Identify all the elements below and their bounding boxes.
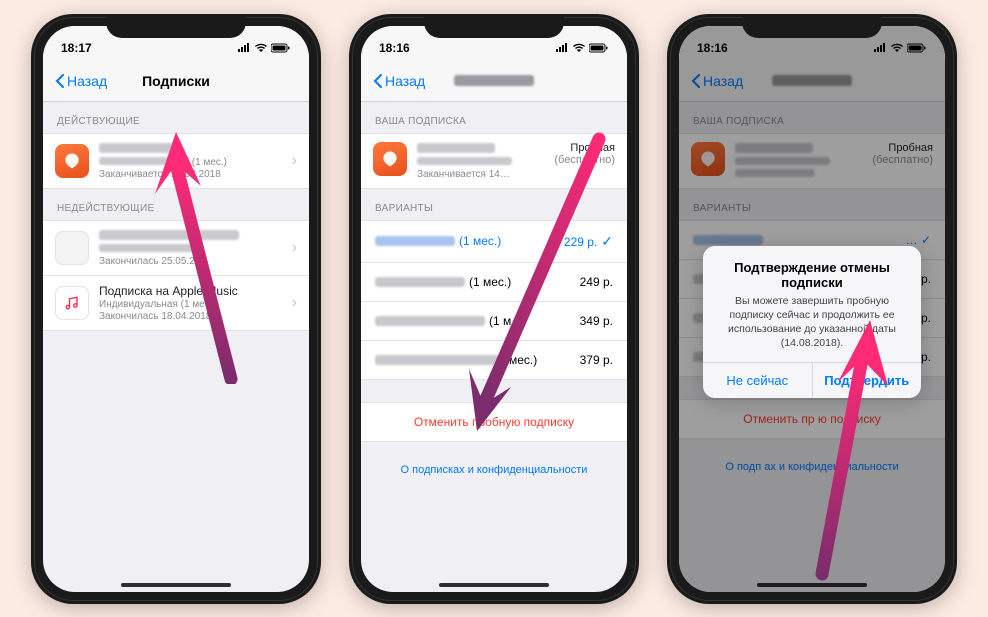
nav-bar: Назад Подписки <box>43 62 309 102</box>
app-icon <box>55 144 89 178</box>
screen-2: 18:16 Назад ВАША ПОДПИСКА Заканчивается <box>361 26 627 592</box>
alert-confirm-button[interactable]: Подтвердить <box>812 363 922 398</box>
inactive2-plan: Индивидуальная (1 мес… <box>99 299 282 310</box>
nav-title: Подписки <box>142 73 210 89</box>
variant-row[interactable]: (1 мес.) 229 р.✓ <box>361 220 627 263</box>
trial-badge: Пробная (бесплатно) <box>554 142 615 166</box>
phone-mockup-2: 18:16 Назад ВАША ПОДПИСКА Заканчивается <box>349 14 639 604</box>
check-icon: ✓ <box>601 233 613 249</box>
alert-buttons: Не сейчас Подтвердить <box>703 362 921 398</box>
sub-name <box>99 142 282 156</box>
notch <box>106 14 246 38</box>
app-icon <box>373 142 407 176</box>
current-subscription-row[interactable]: Заканчивается 14… Пробная (бесплатно) <box>361 133 627 189</box>
app-icon-blank <box>55 231 89 265</box>
status-icons <box>237 43 291 53</box>
sub-expiry: Заканчивается 14… <box>417 169 544 180</box>
status-time: 18:16 <box>379 41 410 55</box>
status-time: 18:17 <box>61 41 92 55</box>
inactive1-name <box>99 229 282 243</box>
inactive-row-2[interactable]: Подписка на Apple Music Индивидуальная (… <box>43 276 309 331</box>
nav-bar: Назад <box>361 62 627 102</box>
inactive2-expired: Закончилась 18.04.2018 <box>99 311 282 322</box>
back-button[interactable]: Назад <box>55 73 107 89</box>
section-active-header: ДЕЙСТВУЮЩИЕ <box>43 102 309 133</box>
nav-title-blurred <box>454 73 534 89</box>
chevron-right-icon: › <box>292 239 297 257</box>
home-indicator <box>439 583 549 587</box>
variant-row[interactable]: (1 мес.) 249 р. <box>361 263 627 302</box>
alert-title: Подтверждение отмены подписки <box>703 246 921 294</box>
inactive-row-1[interactable]: Закончилась 25.05.2… › <box>43 220 309 276</box>
variant-row[interactable]: (1 м… 349 р. <box>361 302 627 341</box>
alert-cancel-button[interactable]: Не сейчас <box>703 363 812 398</box>
inactive2-name: Подписка на Apple Music <box>99 284 282 298</box>
status-icons <box>555 43 609 53</box>
phone-mockup-3: 18:16 Назад ВАША ПОДПИСКА <box>667 14 957 604</box>
apple-music-icon <box>55 286 89 320</box>
home-indicator <box>121 583 231 587</box>
active-subscription-row[interactable]: (1 мес.) Заканчивается 14.08.2018 › <box>43 133 309 189</box>
variant-row[interactable]: мес.) 379 р. <box>361 341 627 380</box>
cancel-trial-button[interactable]: Отменить пробную подписку <box>361 402 627 442</box>
notch <box>742 14 882 38</box>
sub-line2: (1 мес.) <box>99 157 282 168</box>
back-label: Назад <box>67 73 107 89</box>
chevron-right-icon: › <box>292 294 297 312</box>
screen-3: 18:16 Назад ВАША ПОДПИСКА <box>679 26 945 592</box>
privacy-link[interactable]: О подписках и конфиденциальности <box>361 442 627 498</box>
inactive1-expired: Закончилась 25.05.2… <box>99 256 282 267</box>
cell-body: (1 мес.) Заканчивается 14.08.2018 <box>99 142 282 180</box>
phone-mockup-1: 18:17 Назад Подписки ДЕЙСТВУЮЩИЕ (1 мес.… <box>31 14 321 604</box>
sub-expiry: Заканчивается 14.08.2018 <box>99 169 282 180</box>
alert-message: Вы можете завершить пробную подписку сей… <box>703 294 921 363</box>
notch <box>424 14 564 38</box>
confirm-alert: Подтверждение отмены подписки Вы можете … <box>703 246 921 399</box>
variants-list: (1 мес.) 229 р.✓ (1 мес.) 249 р. (1 м… 3… <box>361 220 627 380</box>
back-button[interactable]: Назад <box>373 73 425 89</box>
chevron-right-icon: › <box>292 152 297 170</box>
back-label: Назад <box>385 73 425 89</box>
section-variants: ВАРИАНТЫ <box>361 189 627 220</box>
screen-1: 18:17 Назад Подписки ДЕЙСТВУЮЩИЕ (1 мес.… <box>43 26 309 592</box>
section-your-sub: ВАША ПОДПИСКА <box>361 102 627 133</box>
section-inactive-header: НЕДЕЙСТВУЮЩИЕ <box>43 189 309 220</box>
